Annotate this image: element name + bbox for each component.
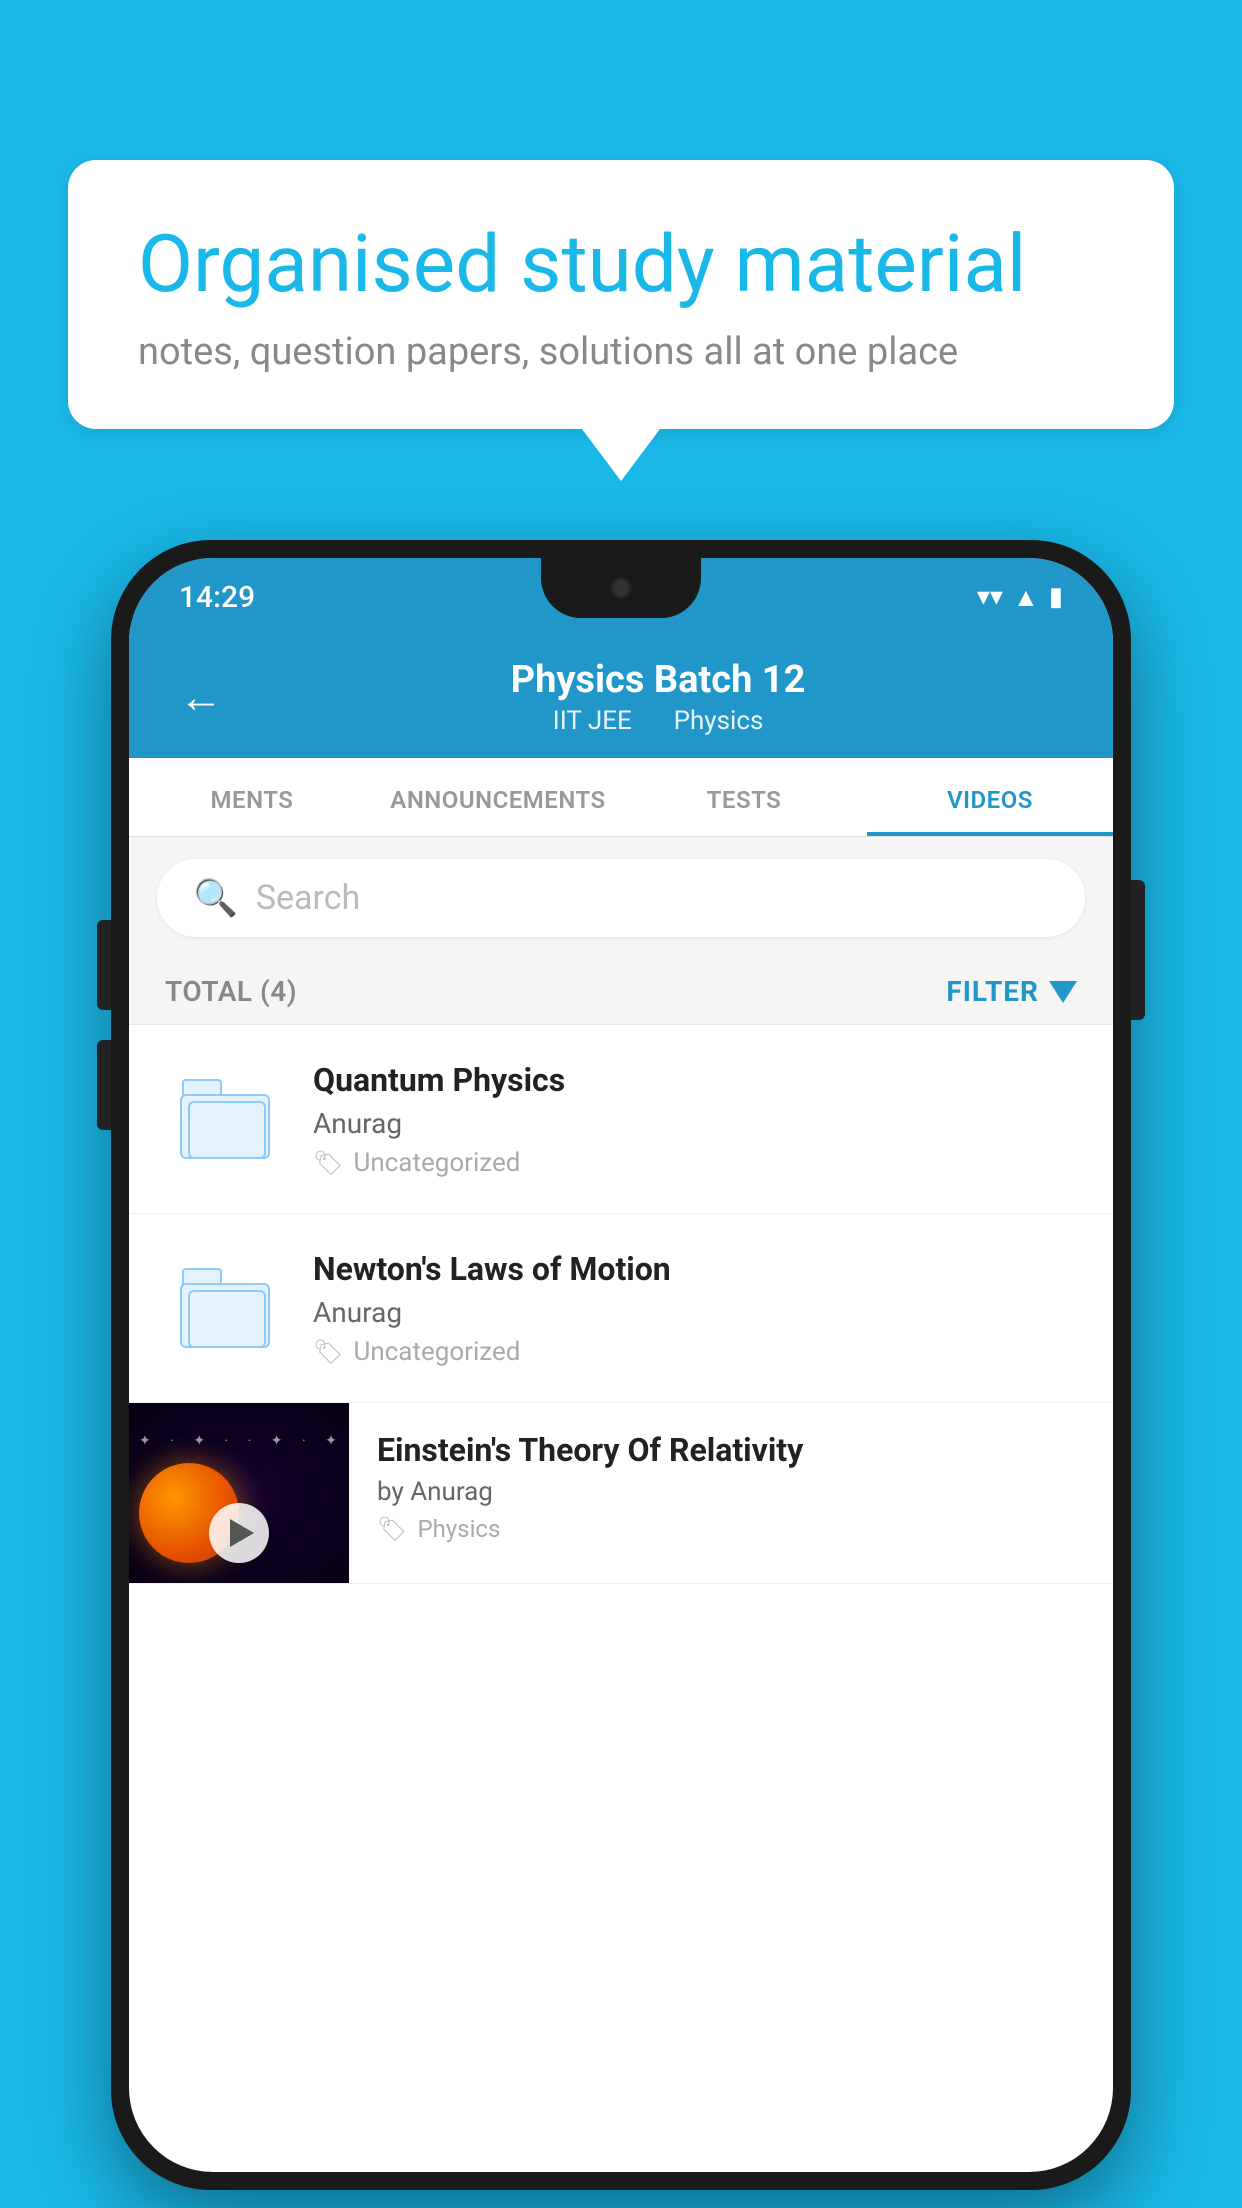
folder-icon <box>180 1079 270 1159</box>
header-title-area: Physics Batch 12 IIT JEE Physics <box>253 658 1063 736</box>
tab-videos[interactable]: VIDEOS <box>867 758 1113 836</box>
item-info: Newton's Laws of Motion Anurag 🏷 Uncateg… <box>313 1250 1077 1367</box>
folder-front <box>188 1290 266 1348</box>
list-item[interactable]: Einstein's Theory Of Relativity by Anura… <box>129 1403 1113 1584</box>
tag-icon: 🏷 <box>313 1149 343 1177</box>
tab-announcements[interactable]: ANNOUNCEMENTS <box>375 758 621 836</box>
search-input[interactable]: Search <box>256 878 360 918</box>
item-thumbnail <box>165 1059 285 1179</box>
speech-bubble: Organised study material notes, question… <box>68 160 1174 429</box>
speech-subtext: notes, question papers, solutions all at… <box>138 330 1104 374</box>
item-title: Quantum Physics <box>313 1061 1077 1099</box>
item-thumbnail <box>165 1248 285 1368</box>
item-tag: 🏷 Uncategorized <box>313 1337 1077 1367</box>
status-icons: ▾▾ ▲ ▮ <box>977 582 1063 613</box>
subtitle-physics: Physics <box>674 706 764 736</box>
back-button[interactable]: ← <box>179 671 223 723</box>
tag-icon: 🏷 <box>377 1515 407 1543</box>
video-thumbnail <box>129 1403 349 1583</box>
item-title: Einstein's Theory Of Relativity <box>377 1431 1085 1469</box>
tab-ments[interactable]: MENTS <box>129 758 375 836</box>
filter-icon <box>1049 981 1077 1003</box>
camera-dot <box>610 577 632 599</box>
phone-inner: 14:29 ▾▾ ▲ ▮ ← Physics Batch 12 IIT JEE <box>129 558 1113 2172</box>
filter-label: FILTER <box>946 975 1039 1008</box>
item-info: Einstein's Theory Of Relativity by Anura… <box>349 1403 1113 1571</box>
batch-subtitle: IIT JEE Physics <box>253 706 1063 736</box>
search-bar-wrap: 🔍 Search <box>129 837 1113 959</box>
tag-label: Uncategorized <box>353 1148 520 1178</box>
item-info: Quantum Physics Anurag 🏷 Uncategorized <box>313 1061 1077 1178</box>
speech-heading: Organised study material <box>138 220 1104 308</box>
app-header: ← Physics Batch 12 IIT JEE Physics <box>129 636 1113 758</box>
tag-label: Uncategorized <box>353 1337 520 1367</box>
folder-front <box>188 1101 266 1159</box>
tab-tests[interactable]: TESTS <box>621 758 867 836</box>
tag-label: Physics <box>417 1515 500 1543</box>
list-item[interactable]: Quantum Physics Anurag 🏷 Uncategorized <box>129 1025 1113 1214</box>
tabs-bar: MENTS ANNOUNCEMENTS TESTS VIDEOS <box>129 758 1113 837</box>
status-bar: 14:29 ▾▾ ▲ ▮ <box>129 558 1113 636</box>
item-title: Newton's Laws of Motion <box>313 1250 1077 1288</box>
tag-icon: 🏷 <box>313 1338 343 1366</box>
phone-outer: 14:29 ▾▾ ▲ ▮ ← Physics Batch 12 IIT JEE <box>111 540 1131 2190</box>
notch <box>541 558 701 618</box>
item-tag: 🏷 Physics <box>377 1515 1085 1543</box>
status-time: 14:29 <box>179 580 255 615</box>
filter-button[interactable]: FILTER <box>946 975 1077 1008</box>
search-bar[interactable]: 🔍 Search <box>157 859 1085 937</box>
batch-title: Physics Batch 12 <box>253 658 1063 702</box>
total-count: TOTAL (4) <box>165 975 297 1008</box>
folder-icon <box>180 1268 270 1348</box>
list-item[interactable]: Newton's Laws of Motion Anurag 🏷 Uncateg… <box>129 1214 1113 1403</box>
item-tag: 🏷 Uncategorized <box>313 1148 1077 1178</box>
video-list: Quantum Physics Anurag 🏷 Uncategorized <box>129 1025 1113 1584</box>
item-author: by Anurag <box>377 1477 1085 1507</box>
play-icon <box>230 1519 254 1547</box>
signal-icon: ▲ <box>1013 582 1039 613</box>
battery-icon: ▮ <box>1049 582 1063 612</box>
play-button[interactable] <box>209 1503 269 1563</box>
wifi-icon: ▾▾ <box>977 582 1003 612</box>
search-icon: 🔍 <box>193 877 238 919</box>
subtitle-iit: IIT JEE <box>553 706 632 736</box>
item-author: Anurag <box>313 1296 1077 1329</box>
filter-row: TOTAL (4) FILTER <box>129 959 1113 1025</box>
item-author: Anurag <box>313 1107 1077 1140</box>
phone-mockup: 14:29 ▾▾ ▲ ▮ ← Physics Batch 12 IIT JEE <box>111 540 1131 2190</box>
